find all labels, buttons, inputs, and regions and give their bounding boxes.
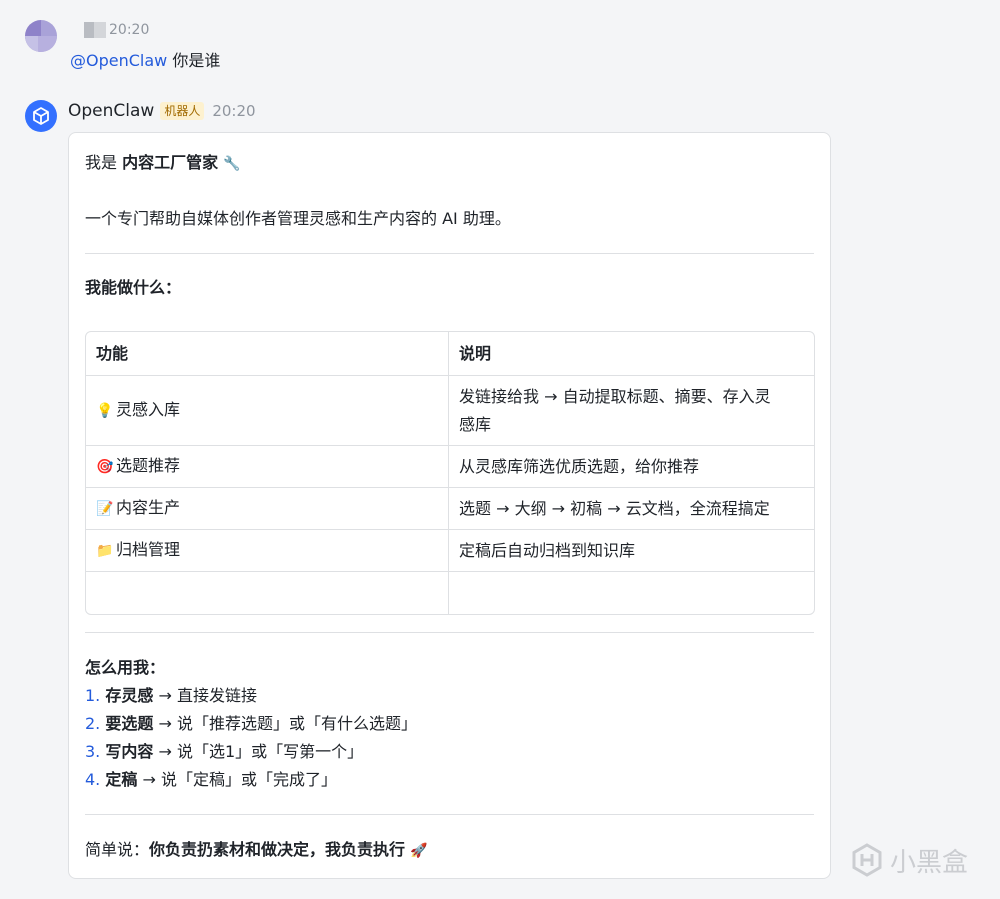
table-cell-empty (86, 572, 449, 614)
user-message-text: @OpenClaw 你是谁 (70, 49, 220, 73)
table-header-row: 功能 说明 (86, 332, 814, 376)
divider (85, 632, 814, 633)
list-item: 3. 写内容 → 说「选1」或「写第一个」 (85, 738, 417, 766)
table-row: 🎯 选题推荐 从灵感库筛选优质选题，给你推荐 (86, 446, 814, 488)
bot-message-card: 我是 内容工厂管家 🔧 一个专门帮助自媒体创作者管理灵感和生产内容的 AI 助理… (68, 132, 831, 879)
lightbulb-icon: 💡 (96, 403, 114, 419)
user-avatar[interactable] (25, 20, 57, 52)
step-action: 定稿 (105, 770, 138, 789)
table-cell-feature: 🎯 选题推荐 (86, 446, 449, 488)
watermark-text: 小黑盒 (890, 847, 969, 878)
table-header: 功能 (86, 332, 449, 376)
step-text: → 直接发链接 (153, 686, 257, 705)
features-table: 功能 说明 💡 灵感入库 发链接给我 → 自动提取标题、摘要、存入灵 感库 🎯 选题推… (85, 331, 815, 615)
cube-icon (33, 107, 49, 125)
watermark: 小黑盒 (850, 842, 968, 878)
intro-line: 我是 内容工厂管家 🔧 (85, 151, 241, 176)
folder-icon: 📁 (96, 543, 114, 559)
list-item: 1. 存灵感 → 直接发链接 (85, 682, 417, 710)
table-cell-empty (449, 572, 814, 614)
target-icon: 🎯 (96, 459, 114, 475)
summary-line: 简单说：你负责扔素材和做决定，我负责执行 🚀 (85, 838, 428, 863)
table-row: 📁 归档管理 定稿后自动归档到知识库 (86, 530, 814, 572)
intro-prefix: 我是 (85, 153, 123, 172)
table-cell-desc: 从灵感库筛选优质选题，给你推荐 (449, 446, 814, 488)
howto-title: 怎么用我： (85, 658, 166, 677)
table-header: 说明 (449, 332, 814, 376)
bot-message-header: OpenClaw 机器人 20:20 (68, 98, 256, 124)
step-action: 存灵感 (105, 686, 154, 705)
user-name-redacted (84, 22, 106, 38)
howto-section: 怎么用我： 1. 存灵感 → 直接发链接 2. 要选题 → 说「推荐选题」或「有… (85, 654, 417, 794)
heybox-logo-icon (852, 843, 882, 877)
bot-badge: 机器人 (160, 102, 205, 120)
list-number: 2. (85, 714, 101, 733)
memo-icon: 📝 (96, 501, 114, 517)
bot-name[interactable]: OpenClaw (68, 101, 154, 121)
divider (85, 253, 814, 254)
summary-prefix: 简单说： (85, 840, 150, 859)
table-cell-feature: 📝 内容生产 (86, 488, 449, 530)
intro-bold: 内容工厂管家 (122, 153, 219, 172)
feature-label: 灵感入库 (116, 400, 181, 419)
summary-bold: 你负责扔素材和做决定，我负责执行 (149, 840, 406, 859)
rocket-icon: 🚀 (410, 843, 428, 859)
capabilities-title: 我能做什么： (85, 278, 182, 297)
step-text: → 说「推荐选题」或「有什么选题」 (153, 714, 417, 733)
chat-view: 20:20 @OpenClaw 你是谁 OpenClaw 机器人 20:20 我… (0, 0, 1000, 899)
step-text: → 说「选1」或「写第一个」 (153, 742, 364, 761)
list-item: 4. 定稿 → 说「定稿」或「完成了」 (85, 766, 417, 794)
wrench-icon: 🔧 (223, 156, 241, 172)
mention-openclaw[interactable]: @OpenClaw (70, 51, 167, 70)
desc-line: 发链接给我 → 自动提取标题、摘要、存入灵 (459, 386, 771, 406)
feature-label: 归档管理 (116, 540, 181, 559)
list-number: 4. (85, 770, 101, 789)
divider (85, 814, 814, 815)
table-cell-desc: 发链接给我 → 自动提取标题、摘要、存入灵 感库 (449, 376, 814, 446)
table-row: 💡 灵感入库 发链接给我 → 自动提取标题、摘要、存入灵 感库 (86, 376, 814, 446)
list-number: 3. (85, 742, 101, 761)
list-number: 1. (85, 686, 101, 705)
step-action: 要选题 (105, 714, 154, 733)
user-message-body: 你是谁 (172, 51, 221, 70)
feature-label: 内容生产 (116, 498, 181, 517)
user-message-time: 20:20 (109, 22, 150, 38)
table-cell-feature: 📁 归档管理 (86, 530, 449, 572)
step-text: → 说「定稿」或「完成了」 (137, 770, 337, 789)
list-item: 2. 要选题 → 说「推荐选题」或「有什么选题」 (85, 710, 417, 738)
table-row: 📝 内容生产 选题 → 大纲 → 初稿 → 云文档，全流程搞定 (86, 488, 814, 530)
bot-avatar[interactable] (25, 100, 57, 132)
desc-line: 感库 (459, 414, 492, 434)
table-cell-desc: 定稿后自动归档到知识库 (449, 530, 814, 572)
description: 一个专门帮助自媒体创作者管理灵感和生产内容的 AI 助理。 (85, 209, 511, 228)
bot-message-time: 20:20 (212, 102, 256, 120)
table-row-empty (86, 572, 814, 614)
table-cell-desc: 选题 → 大纲 → 初稿 → 云文档，全流程搞定 (449, 488, 814, 530)
table-cell-feature: 💡 灵感入库 (86, 376, 449, 446)
step-action: 写内容 (105, 742, 154, 761)
feature-label: 选题推荐 (116, 456, 181, 475)
